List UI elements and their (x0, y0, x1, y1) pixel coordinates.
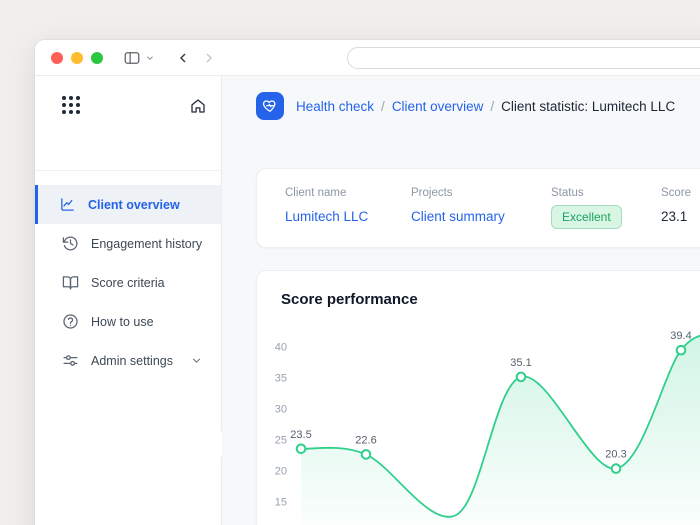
sidebar-item-label: Score criteria (91, 275, 165, 290)
breadcrumb-current: Client statistic: Lumitech LLC (501, 98, 676, 114)
sidebar-header (35, 76, 221, 170)
svg-text:40: 40 (275, 342, 287, 354)
chevron-right-icon (201, 50, 217, 66)
forward-button[interactable] (201, 50, 217, 66)
field-label: Status (551, 187, 584, 199)
help-circle-icon (62, 313, 79, 330)
health-check-app-icon (256, 92, 284, 120)
back-button[interactable] (175, 50, 191, 66)
sidebar-item-how-to-use[interactable]: How to use (35, 302, 221, 341)
projects-link[interactable]: Client summary (411, 209, 505, 224)
breadcrumb-link-client-overview[interactable]: Client overview (392, 99, 484, 114)
svg-text:20: 20 (275, 466, 287, 478)
sliders-icon (62, 352, 79, 369)
svg-text:39.4: 39.4 (670, 331, 691, 342)
sidebar-nav: Client overview Engagement history Score… (35, 170, 221, 380)
field-projects: Projects Client summary (411, 187, 505, 226)
apps-grid-button[interactable] (59, 93, 83, 117)
score-performance-card: Score performance 40 35 30 25 20 15 23.5 22.6 35… (256, 270, 700, 525)
client-summary-card: Client name Lumitech LLC Projects Client… (256, 168, 700, 248)
history-icon (62, 235, 79, 252)
client-name-link[interactable]: Lumitech LLC (285, 209, 368, 224)
sidebar-item-engagement-history[interactable]: Engagement history (35, 224, 221, 263)
sidebar-item-client-overview[interactable]: Client overview (35, 185, 221, 224)
heart-pulse-icon (262, 98, 278, 114)
sidebar-toggle-icon (123, 49, 141, 67)
field-status: Status Excellent (551, 187, 622, 229)
breadcrumb-separator: / (490, 98, 495, 114)
chart-title: Score performance (281, 291, 418, 308)
breadcrumb: Health check / Client overview / Client … (256, 92, 675, 120)
chevron-left-icon (175, 50, 191, 66)
line-chart-icon (59, 196, 76, 213)
field-score: Score 23.1 (661, 187, 691, 226)
app-body: Client overview Engagement history Score… (35, 76, 700, 525)
book-open-icon (62, 274, 79, 291)
sidebar-item-admin-settings[interactable]: Admin settings (35, 341, 221, 380)
sidebar: Client overview Engagement history Score… (35, 76, 234, 525)
sidebar-item-label: Admin settings (91, 353, 173, 368)
field-label: Projects (411, 187, 453, 199)
main-content: Health check / Client overview / Client … (222, 76, 700, 525)
sidebar-item-label: Client overview (88, 197, 180, 212)
home-icon (189, 97, 207, 115)
chevron-down-icon (145, 53, 155, 63)
field-client-name: Client name Lumitech LLC (285, 187, 368, 226)
svg-text:22.6: 22.6 (355, 434, 376, 446)
svg-text:30: 30 (275, 404, 287, 416)
chevron-down-icon (190, 354, 203, 367)
svg-text:15: 15 (275, 497, 287, 509)
field-label: Score (661, 187, 692, 199)
sidebar-item-score-criteria[interactable]: Score criteria (35, 263, 221, 302)
sidebar-toggle-button[interactable] (123, 49, 141, 67)
address-bar[interactable] (347, 47, 700, 69)
breadcrumb-separator: / (381, 98, 385, 114)
svg-text:35: 35 (275, 373, 287, 385)
apps-grid-icon (59, 93, 83, 117)
score-value: 23.1 (661, 209, 688, 224)
toolbar-chevron-button[interactable] (145, 53, 155, 63)
svg-text:20.3: 20.3 (605, 449, 626, 461)
traffic-lights (51, 51, 103, 64)
field-label: Client name (285, 187, 347, 199)
home-button[interactable] (189, 97, 207, 115)
traffic-light-minimize[interactable] (71, 51, 83, 64)
sidebar-item-label: How to use (91, 314, 154, 329)
traffic-light-zoom[interactable] (91, 51, 103, 64)
score-performance-chart: 40 35 30 25 20 15 23.5 22.6 35.1 20.3 39.4 (275, 331, 700, 525)
traffic-light-close[interactable] (51, 51, 63, 64)
svg-text:23.5: 23.5 (290, 429, 311, 441)
svg-text:25: 25 (275, 435, 287, 447)
browser-window: Client overview Engagement history Score… (35, 40, 700, 525)
desktop-background: Client overview Engagement history Score… (0, 0, 700, 525)
status-badge: Excellent (551, 205, 622, 229)
sidebar-item-label: Engagement history (91, 236, 203, 251)
browser-toolbar (35, 40, 700, 76)
breadcrumb-link-health-check[interactable]: Health check (296, 99, 374, 114)
svg-text:35.1: 35.1 (510, 357, 531, 369)
